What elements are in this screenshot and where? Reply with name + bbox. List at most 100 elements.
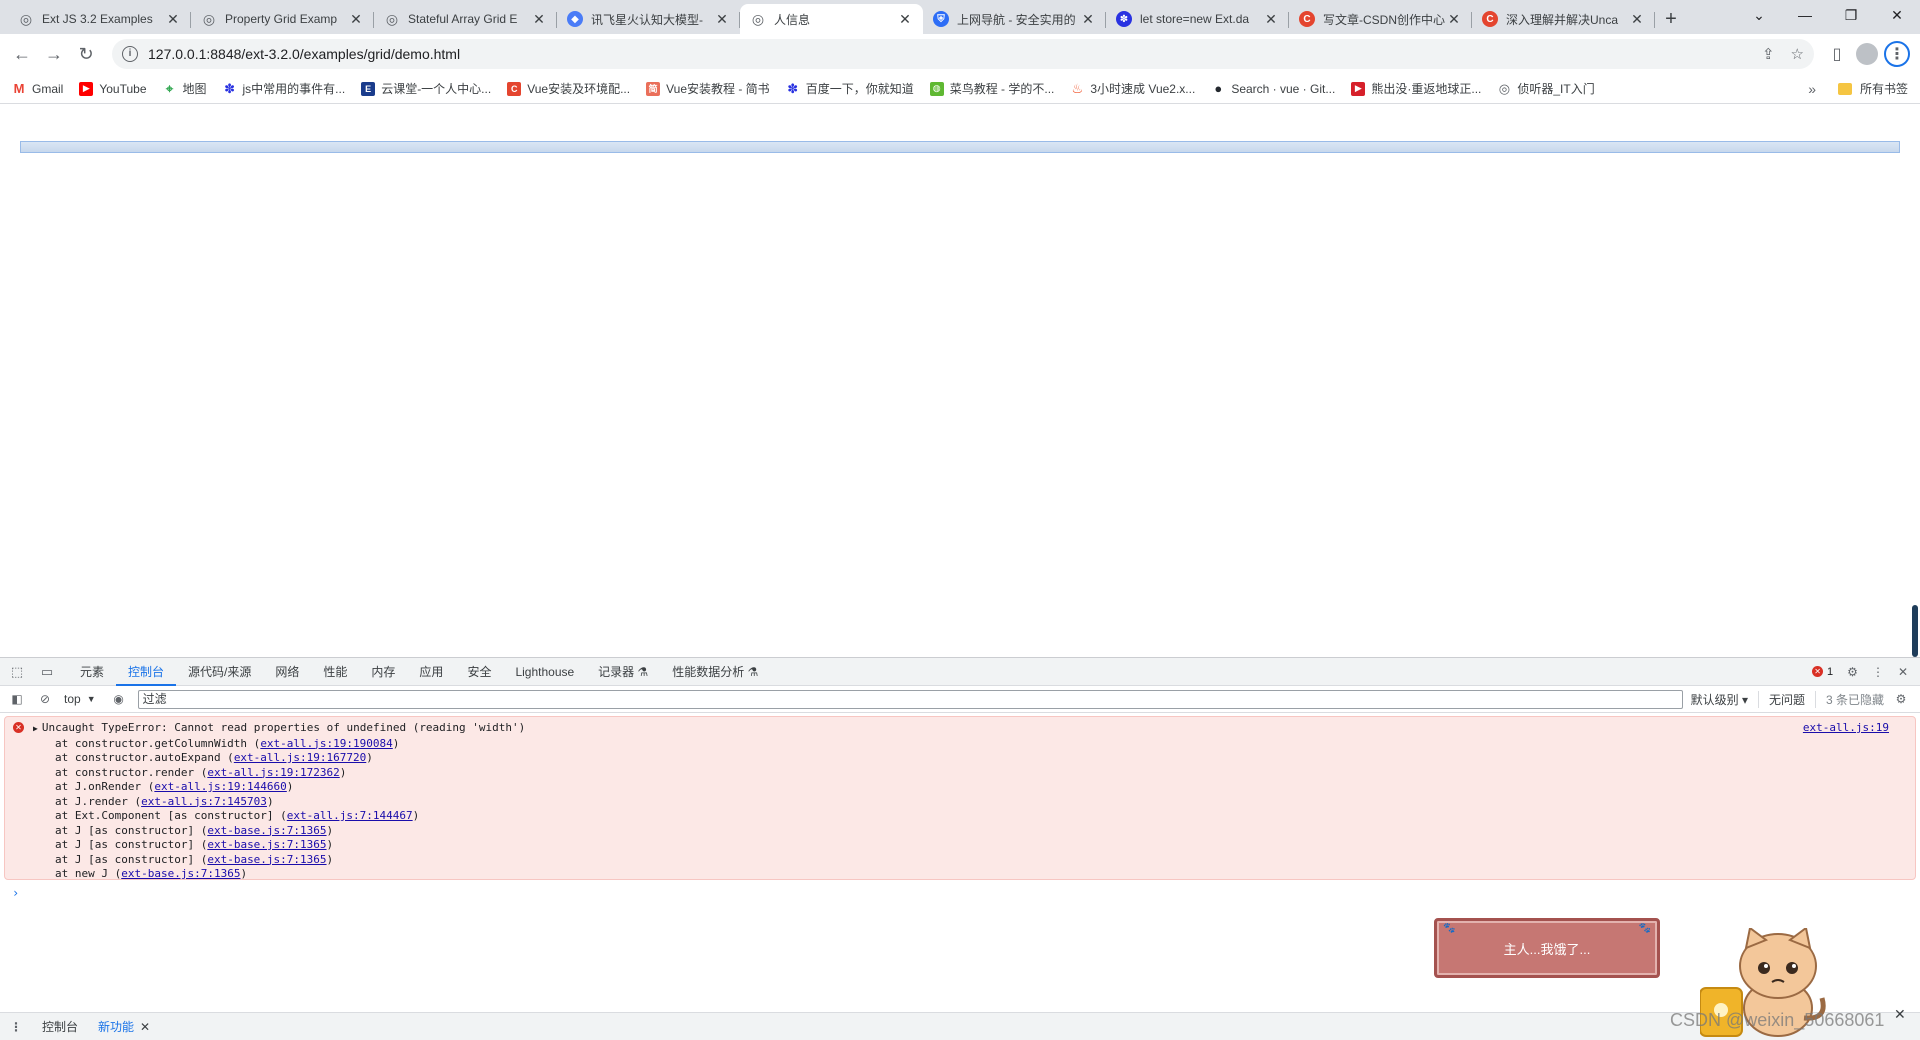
devtools-tab[interactable]: 源代码/来源 [176, 658, 263, 686]
drawer-tab-whats-new[interactable]: 新功能 ✕ [98, 1018, 150, 1035]
settings-gear-icon[interactable]: ⚙ [1847, 665, 1858, 679]
stack-frame-link[interactable]: ext-base.js:7:1365 [207, 838, 326, 851]
live-expression-eye-icon[interactable]: ◉ [110, 692, 128, 706]
tab-title: let store=new Ext.da [1140, 12, 1250, 26]
clear-console-icon[interactable]: ⊘ [36, 692, 54, 706]
stack-frame-link[interactable]: ext-all.js:19:167720 [234, 751, 366, 764]
stack-frame-link[interactable]: ext-all.js:19:144660 [154, 780, 286, 793]
expand-triangle-icon[interactable]: ▶ [33, 724, 38, 733]
side-panel-icon[interactable]: ▯ [1822, 39, 1852, 69]
devtools-tab[interactable]: Lighthouse [503, 658, 586, 686]
page-scrollbar[interactable] [1912, 605, 1918, 657]
reload-button[interactable]: ↻ [72, 40, 100, 68]
bookmark-item[interactable]: 简 Vue安装教程 - 简书 [646, 80, 770, 97]
browser-tab[interactable]: C 深入理解并解决Unca ✕ [1472, 4, 1655, 34]
browser-tab[interactable]: ◎ Property Grid Examp ✕ [191, 4, 374, 34]
bookmark-item[interactable]: ● Search · vue · Git... [1211, 81, 1335, 96]
bookmark-item[interactable]: ✽ 百度一下，你就知道 [786, 80, 913, 97]
stack-frame-link[interactable]: ext-all.js:7:144467 [287, 809, 413, 822]
stack-frame-link[interactable]: ext-all.js:19:172362 [207, 766, 339, 779]
tab-close-icon[interactable]: ✕ [531, 11, 547, 28]
browser-tab[interactable]: ⛨ 上网导航 - 安全实用的 ✕ [923, 4, 1106, 34]
stack-frame-link[interactable]: ext-base.js:7:1365 [207, 824, 326, 837]
drawer-tab-console[interactable]: 控制台 [42, 1018, 78, 1035]
bookmark-item[interactable]: ✽ js中常用的事件有... [223, 80, 345, 97]
pet-close-icon[interactable]: ✕ [1894, 1006, 1906, 1023]
tab-close-icon[interactable]: ✕ [1263, 11, 1279, 28]
browser-tab[interactable]: ◎ 人信息 ✕ [740, 4, 923, 34]
error-message-block: ✕ ▶ Uncaught TypeError: Cannot read prope… [4, 716, 1916, 880]
stack-frame-link[interactable]: ext-base.js:7:1365 [121, 867, 240, 880]
devtools-tab[interactable]: 控制台 [116, 658, 177, 686]
devtools-tab[interactable]: 元素 [68, 658, 116, 686]
devtools-tab[interactable]: 安全 [455, 658, 503, 686]
back-button[interactable]: ← [8, 40, 36, 68]
minimize-button[interactable]: — [1782, 0, 1828, 30]
tab-close-icon[interactable]: ✕ [897, 11, 913, 28]
stack-frame-link[interactable]: ext-base.js:7:1365 [207, 853, 326, 866]
stack-frame-link[interactable]: ext-all.js:7:145703 [141, 795, 267, 808]
baidu-paw-icon: ✽ [224, 80, 235, 96]
bookmark-item[interactable]: ♨ 3小时速成 Vue2.x... [1070, 80, 1196, 97]
error-counter[interactable]: ✕ 1 [1812, 666, 1833, 678]
context-selector[interactable]: top ▼ [64, 692, 96, 706]
bookmark-item[interactable]: ◍ 菜鸟教程 - 学的不... [929, 80, 1054, 97]
bookmark-item[interactable]: ⌖ 地图 [163, 80, 207, 97]
stack-frame-link[interactable]: ext-all.js:19:190084 [260, 737, 392, 750]
address-url[interactable]: 127.0.0.1:8848/ext-3.2.0/examples/grid/d… [148, 46, 1746, 62]
inspect-element-icon[interactable]: ⬚ [8, 664, 26, 680]
more-bookmarks-icon[interactable]: » [1808, 81, 1816, 97]
log-levels-dropdown[interactable]: 默认级别 ▾ [1691, 691, 1748, 708]
issues-button[interactable]: 无问题 [1757, 690, 1805, 708]
tab-close-icon[interactable]: ✕ [348, 11, 364, 28]
profile-button[interactable] [1852, 39, 1882, 69]
devtools-tab[interactable]: 记录器 ⚗ [586, 658, 660, 686]
devtools-tab[interactable]: 内存 [359, 658, 407, 686]
error-message[interactable]: ▶ Uncaught TypeError: Cannot read propert… [5, 721, 1915, 737]
page-content [0, 105, 1920, 657]
devtools-tab[interactable]: 性能数据分析 ⚗ [660, 658, 770, 686]
browser-tab[interactable]: ✽ let store=new Ext.da ✕ [1106, 4, 1289, 34]
tab-search-chevron-icon[interactable]: ⌄ [1736, 0, 1782, 30]
drawer-tab-close-icon[interactable]: ✕ [140, 1020, 150, 1034]
forward-button[interactable]: → [40, 40, 68, 68]
devtools-close-icon[interactable]: ✕ [1898, 665, 1908, 679]
tab-close-icon[interactable]: ✕ [714, 11, 730, 28]
devtools-tab[interactable]: 性能 [311, 658, 359, 686]
bookmark-item[interactable]: ◎ 侦听器_IT入门 [1497, 80, 1595, 97]
bookmark-item[interactable]: ▶ 熊出没·重返地球正... [1351, 80, 1481, 97]
error-source-link[interactable]: ext-all.js:19 [1803, 721, 1889, 734]
browser-tab[interactable]: ◎ Stateful Array Grid E ✕ [374, 4, 557, 34]
close-window-button[interactable]: ✕ [1874, 0, 1920, 30]
console-settings-gear-icon[interactable]: ⚙ [1892, 692, 1910, 706]
browser-tab[interactable]: ◆ 讯飞星火认知大模型- ✕ [557, 4, 740, 34]
devtools-tab[interactable]: 网络 [263, 658, 311, 686]
browser-tab[interactable]: C 写文章-CSDN创作中心 ✕ [1289, 4, 1472, 34]
tab-close-icon[interactable]: ✕ [1080, 11, 1096, 28]
console-prompt[interactable]: › [0, 886, 1920, 900]
share-icon[interactable]: ⇪ [1762, 45, 1775, 63]
browser-tab[interactable]: ◎ Ext JS 3.2 Examples ✕ [8, 4, 191, 34]
stack-frame-text: at J.onRender ( [55, 780, 155, 793]
bookmark-item[interactable]: C Vue安装及环境配... [507, 80, 630, 97]
bookmark-item[interactable]: ▶ YouTube [79, 81, 147, 96]
tab-close-icon[interactable]: ✕ [1629, 11, 1645, 28]
pet-speech-bubble[interactable]: 🐾 🐾 主人...我饿了... [1434, 918, 1660, 978]
drawer-menu-icon[interactable]: ⋮ [10, 1020, 22, 1034]
console-filter-input[interactable]: 过滤 [137, 689, 1683, 709]
address-bar[interactable]: i 127.0.0.1:8848/ext-3.2.0/examples/grid… [112, 39, 1814, 69]
site-info-icon[interactable]: i [122, 46, 138, 62]
tab-close-icon[interactable]: ✕ [1446, 11, 1462, 28]
new-tab-button[interactable]: + [1655, 4, 1687, 34]
sidebar-toggle-icon[interactable]: ◧ [8, 692, 26, 706]
bookmark-item[interactable]: M Gmail [12, 81, 64, 96]
devtools-more-icon[interactable]: ⋮ [1872, 665, 1884, 679]
restore-button[interactable]: ❐ [1828, 0, 1874, 30]
bookmark-star-icon[interactable]: ☆ [1791, 45, 1804, 63]
devtools-tab[interactable]: 应用 [407, 658, 455, 686]
device-toolbar-icon[interactable]: ▭ [38, 664, 56, 680]
tab-close-icon[interactable]: ✕ [165, 11, 181, 28]
all-bookmarks-link[interactable]: 所有书签 [1860, 80, 1908, 97]
browser-menu-button[interactable]: ⋮ [1882, 39, 1912, 69]
bookmark-item[interactable]: E 云课堂-一个人中心... [361, 80, 491, 97]
